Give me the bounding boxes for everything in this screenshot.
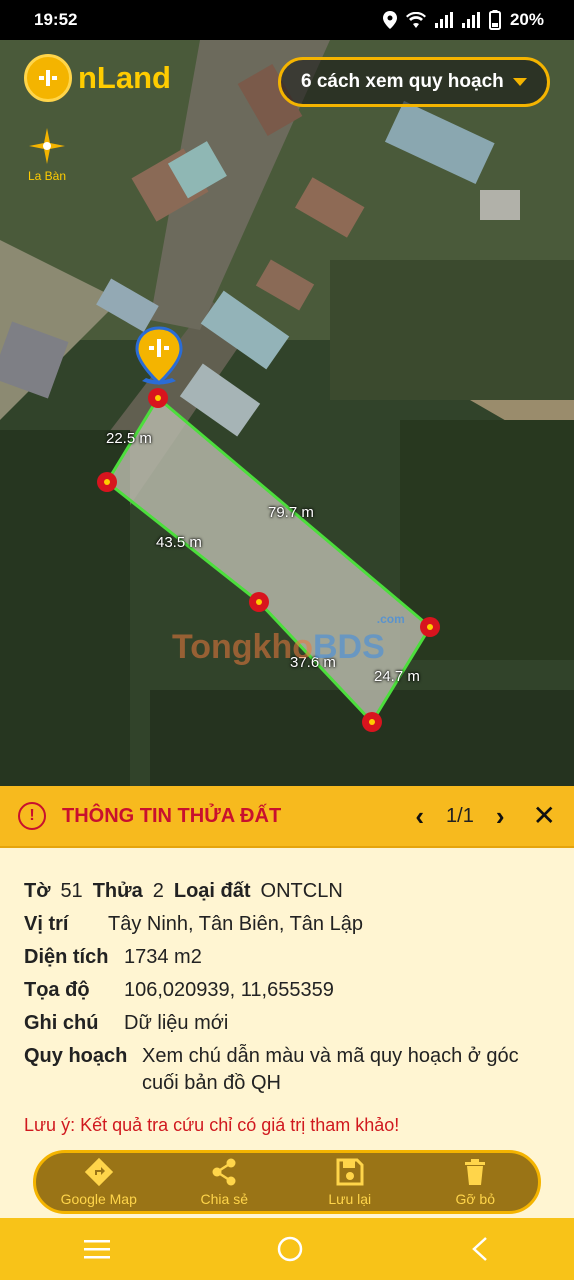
back-icon[interactable] (470, 1236, 490, 1262)
system-nav-bar (0, 1218, 574, 1280)
row-coords: Tọa độ 106,020939, 11,655359 (24, 977, 550, 1004)
location-icon (382, 11, 397, 29)
edge-label-1: 22.5 m (106, 430, 152, 447)
save-button[interactable]: Lưu lại (295, 1157, 405, 1207)
share-icon (212, 1158, 236, 1186)
edge-label-5: 24.7 m (374, 668, 420, 685)
value-loai: ONTCLN (260, 880, 343, 902)
label-ghichu: Ghi chú (24, 1012, 99, 1034)
value-thua: 2 (152, 880, 164, 902)
google-map-button[interactable]: Google Map (44, 1157, 154, 1207)
chevron-down-icon (513, 78, 527, 86)
value-vitri: Tây Ninh, Tân Biên, Tân Lập (108, 913, 363, 935)
map-imagery (0, 40, 574, 786)
share-button[interactable]: Chia sẻ (169, 1157, 279, 1207)
row-sheet: Tờ 51 Thửa 2 Loại đất ONTCLN (24, 878, 550, 905)
remove-button[interactable]: Gỡ bỏ (420, 1157, 530, 1207)
label-dientich: Diện tích (24, 946, 109, 968)
nland-logo-icon (24, 54, 72, 102)
edge-label-2: 79.7 m (268, 504, 314, 521)
home-icon[interactable] (277, 1236, 303, 1262)
prev-arrow-icon[interactable]: ‹ (415, 803, 424, 829)
action-bar: Google Map Chia sẻ Lưu lại Gỡ bỏ (33, 1150, 541, 1214)
panel-body: Tờ 51 Thửa 2 Loại đất ONTCLN Vị trí Tây … (0, 848, 574, 1136)
location-pin-icon (135, 326, 183, 386)
save-icon (336, 1158, 364, 1186)
panel-title: THÔNG TIN THỬA ĐẤT (62, 804, 282, 827)
compass-icon (29, 128, 65, 164)
row-note: Ghi chú Dữ liệu mới (24, 1010, 550, 1037)
next-arrow-icon[interactable]: › (496, 803, 505, 829)
watermark-suffix: .com (376, 612, 405, 626)
label-thua: Thửa (92, 880, 143, 902)
signal-icon (434, 12, 453, 28)
app-logo: nLand (24, 54, 171, 102)
directions-icon (84, 1157, 113, 1187)
label-vitri: Vị trí (24, 913, 69, 935)
remove-label: Gỡ bỏ (455, 1191, 496, 1207)
value-quyhoach: Xem chú dẫn màu và mã quy hoạch ở góc cu… (142, 1045, 519, 1094)
label-toado: Tọa độ (24, 979, 90, 1001)
watermark: TongkhoBDS .com (172, 612, 405, 667)
plan-view-dropdown[interactable]: 6 cách xem quy hoạch (278, 57, 550, 107)
status-time: 19:52 (34, 10, 78, 29)
share-label: Chia sẻ (200, 1191, 248, 1207)
google-map-label: Google Map (60, 1191, 137, 1207)
value-dientich: 1734 m2 (124, 946, 202, 968)
close-icon[interactable]: ✕ (533, 802, 556, 830)
watermark-part2: BDS (313, 628, 385, 666)
label-quyhoach: Quy hoạch (24, 1045, 128, 1067)
value-ghichu: Dữ liệu mới (124, 1012, 229, 1034)
save-label: Lưu lại (328, 1191, 372, 1207)
row-plan: Quy hoạch Xem chú dẫn màu và mã quy hoạc… (24, 1043, 550, 1097)
compass-button[interactable]: La Bàn (22, 128, 72, 183)
pager: ‹ 1/1 › (415, 803, 504, 829)
battery-icon (488, 10, 501, 30)
row-location: Vị trí Tây Ninh, Tân Biên, Tân Lập (24, 911, 550, 938)
row-area: Diện tích 1734 m2 (24, 944, 550, 971)
battery-percent: 20% (509, 10, 544, 29)
trash-icon (465, 1159, 486, 1185)
plan-view-label: 6 cách xem quy hoạch (301, 71, 504, 92)
pager-text: 1/1 (446, 804, 474, 827)
value-toado: 106,020939, 11,655359 (124, 979, 334, 1001)
panel-header: ! THÔNG TIN THỬA ĐẤT ‹ 1/1 › ✕ (0, 786, 574, 848)
status-bar: 19:52 20% (0, 0, 574, 40)
label-loai: Loại đất (173, 880, 251, 902)
disclaimer-note: Lưu ý: Kết quả tra cứu chỉ có giá trị th… (24, 1115, 400, 1135)
recent-apps-icon[interactable] (83, 1238, 110, 1260)
info-icon: ! (18, 802, 46, 830)
edge-label-3: 43.5 m (156, 534, 202, 551)
wifi-icon (405, 12, 426, 28)
signal-icon-2 (461, 12, 480, 28)
logo-text: nLand (78, 60, 171, 95)
satellite-map[interactable]: nLand La Bàn 6 cách xem quy hoạch 22.5 m… (0, 40, 574, 786)
compass-label: La Bàn (27, 169, 67, 183)
value-to: 51 (60, 880, 83, 902)
label-to: Tờ (24, 880, 51, 902)
watermark-part1: Tongkho (172, 628, 313, 666)
